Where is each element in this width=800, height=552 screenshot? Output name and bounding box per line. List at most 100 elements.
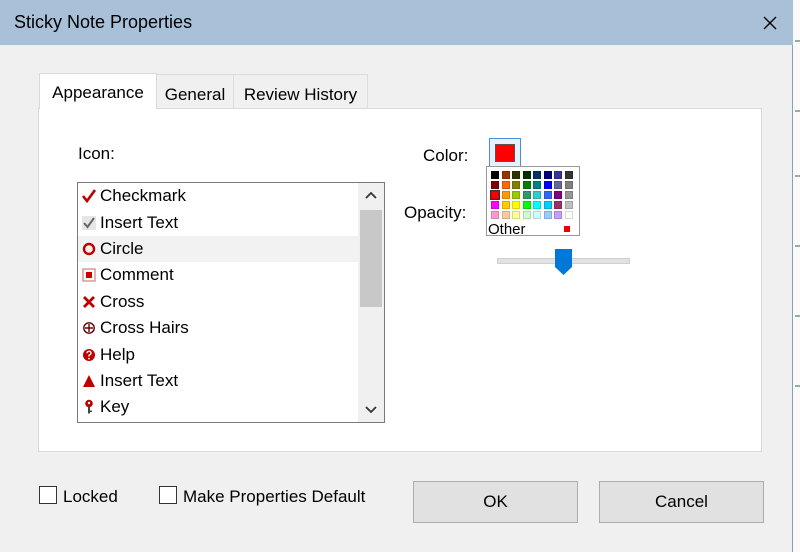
- palette-color-cell[interactable]: [543, 201, 552, 209]
- crosshairs-icon: [81, 320, 96, 336]
- color-picker-button[interactable]: [489, 138, 521, 168]
- palette-color-cell[interactable]: [522, 211, 531, 219]
- tab-general-label: General: [164, 85, 226, 104]
- palette-color-cell[interactable]: [564, 201, 573, 209]
- list-item-label: Checkmark: [100, 186, 186, 206]
- list-item[interactable]: Checkmark: [78, 183, 358, 209]
- tab-review-history-label: Review History: [243, 85, 358, 104]
- palette-color-cell[interactable]: [522, 191, 531, 199]
- palette-color-cell[interactable]: [554, 191, 562, 199]
- other-color-option[interactable]: Other: [488, 221, 526, 235]
- palette-color-cell[interactable]: [533, 181, 541, 189]
- title-bar: Sticky Note Properties: [0, 0, 793, 45]
- background-window-edge: [793, 0, 800, 552]
- close-button[interactable]: [747, 0, 793, 45]
- checkmark-icon: [81, 188, 96, 204]
- list-item-label: Insert Text: [100, 212, 179, 232]
- list-item[interactable]: Comment: [78, 262, 358, 288]
- chevron-up-icon: [365, 191, 377, 199]
- palette-color-cell[interactable]: [512, 181, 520, 189]
- scroll-thumb[interactable]: [360, 210, 382, 307]
- palette-color-cell[interactable]: [501, 181, 510, 189]
- list-item[interactable]: Cross: [78, 289, 358, 315]
- close-icon: [763, 16, 777, 29]
- palette-color-cell[interactable]: [501, 211, 510, 219]
- list-item-label: Circle: [100, 238, 144, 258]
- palette-color-cell[interactable]: [512, 171, 520, 179]
- palette-color-cell[interactable]: [501, 191, 510, 199]
- scroll-up-button[interactable]: [358, 183, 384, 207]
- triangle-icon: [81, 373, 96, 389]
- palette-color-cell[interactable]: [564, 211, 573, 219]
- list-item-label: Help: [100, 344, 135, 364]
- cancel-button-label: Cancel: [655, 492, 708, 511]
- palette-color-cell[interactable]: [554, 171, 562, 179]
- palette-color-cell[interactable]: [543, 181, 552, 189]
- tab-general[interactable]: General: [156, 74, 234, 108]
- ok-button[interactable]: OK: [413, 481, 578, 523]
- list-item[interactable]: Cross Hairs: [78, 315, 358, 341]
- palette-color-cell[interactable]: [522, 181, 531, 189]
- palette-color-cell[interactable]: [564, 181, 573, 189]
- palette-color-cell[interactable]: [512, 211, 520, 219]
- tab-appearance-label: Appearance: [52, 83, 144, 102]
- icon-list-items: Checkmark Insert Text Circle Comment Cro…: [78, 183, 358, 421]
- palette-color-cell[interactable]: [501, 171, 510, 179]
- palette-color-cell[interactable]: [554, 201, 562, 209]
- locked-label: Locked: [63, 487, 118, 506]
- palette-color-cell[interactable]: [501, 201, 510, 209]
- palette-color-cell[interactable]: [533, 171, 541, 179]
- palette-color-cell[interactable]: [564, 171, 573, 179]
- help-icon: [81, 347, 96, 363]
- palette-color-cell[interactable]: [533, 211, 541, 219]
- palette-color-cell[interactable]: [512, 191, 520, 199]
- list-item-label: Comment: [100, 265, 174, 285]
- palette-color-cell[interactable]: [543, 171, 552, 179]
- palette-color-cell[interactable]: [522, 201, 531, 209]
- list-item-label: Key: [100, 397, 130, 417]
- tab-appearance[interactable]: Appearance: [39, 73, 157, 109]
- list-item-label: Cross Hairs: [100, 318, 189, 338]
- palette-color-cell[interactable]: [564, 191, 573, 199]
- window-title: Sticky Note Properties: [14, 12, 193, 32]
- palette-color-cell[interactable]: [533, 201, 541, 209]
- palette-color-cell[interactable]: [491, 211, 499, 219]
- make-default-checkbox[interactable]: [159, 486, 177, 504]
- make-default-label: Make Properties Default: [183, 487, 366, 506]
- ok-button-label: OK: [483, 492, 508, 511]
- palette-color-cell[interactable]: [491, 171, 499, 179]
- icon-listbox[interactable]: Checkmark Insert Text Circle Comment Cro…: [77, 182, 385, 423]
- palette-color-cell[interactable]: [533, 191, 541, 199]
- circle-icon: [81, 241, 96, 257]
- tab-review-history[interactable]: Review History: [233, 74, 368, 108]
- comment-icon: [81, 267, 96, 283]
- palette-color-cell[interactable]: [554, 211, 562, 219]
- sticky-note-properties-dialog: Sticky Note Properties Appearance Genera…: [0, 0, 793, 552]
- list-item[interactable]: Circle: [78, 235, 358, 263]
- scroll-down-button[interactable]: [358, 398, 384, 422]
- chevron-down-icon: [365, 406, 377, 414]
- palette-color-cell[interactable]: [490, 190, 500, 200]
- cancel-button[interactable]: Cancel: [599, 481, 764, 523]
- checkmark-gray-icon: [81, 215, 96, 231]
- opacity-slider-thumb[interactable]: [555, 249, 572, 275]
- palette-color-cell[interactable]: [543, 191, 552, 199]
- palette-color-cell[interactable]: [512, 201, 520, 209]
- color-swatch: [495, 144, 515, 162]
- palette-color-cell[interactable]: [543, 211, 552, 219]
- list-item-label: Insert Text: [100, 370, 179, 390]
- palette-color-cell[interactable]: [491, 181, 499, 189]
- list-item[interactable]: Key: [78, 394, 358, 420]
- list-item-label: Cross: [100, 291, 145, 311]
- key-icon: [81, 399, 96, 415]
- list-item[interactable]: Insert Text: [78, 209, 358, 235]
- palette-color-cell[interactable]: [554, 181, 562, 189]
- palette-color-cell[interactable]: [522, 171, 531, 179]
- palette-color-cell[interactable]: [491, 201, 499, 209]
- list-item[interactable]: Help: [78, 341, 358, 367]
- icon-list-scrollbar[interactable]: [358, 183, 384, 422]
- locked-checkbox[interactable]: [39, 486, 57, 504]
- other-color-swatch: [564, 226, 570, 232]
- list-item[interactable]: Insert Text: [78, 368, 358, 394]
- cross-icon: [81, 294, 96, 310]
